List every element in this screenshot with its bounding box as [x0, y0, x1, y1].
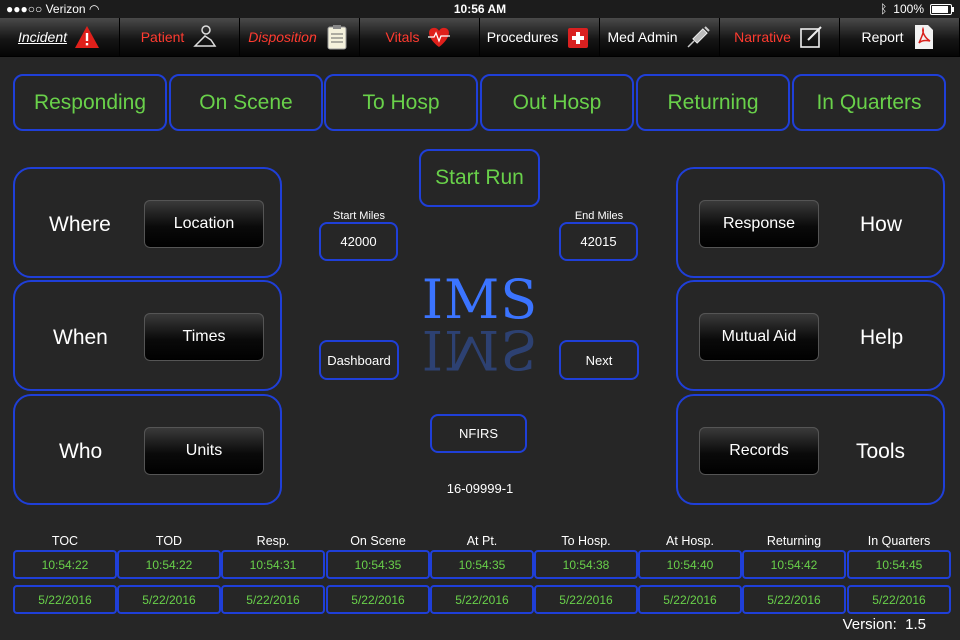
battery-icon [930, 3, 954, 15]
tab-patient[interactable]: Patient [120, 18, 240, 56]
timeline-date[interactable]: 5/22/2016 [638, 585, 742, 614]
timeline-date[interactable]: 5/22/2016 [221, 585, 325, 614]
tab-narrative[interactable]: Narrative [720, 18, 840, 56]
response-button[interactable]: Response [699, 200, 819, 248]
in-quarters-button[interactable]: In Quarters [792, 74, 946, 131]
warning-icon [73, 23, 101, 51]
timeline-label: In Quarters [867, 534, 931, 548]
timeline-label: Returning [766, 534, 822, 548]
tab-label: Procedures [486, 29, 559, 45]
tab-label: Incident [17, 29, 68, 45]
timeline-time[interactable]: 10:54:31 [221, 550, 325, 579]
timeline-time[interactable]: 10:54:40 [638, 550, 742, 579]
to-hosp-button[interactable]: To Hosp [324, 74, 478, 131]
heart-icon [425, 23, 453, 51]
units-button[interactable]: Units [144, 427, 264, 475]
timeline-date[interactable]: 5/22/2016 [847, 585, 951, 614]
timeline-date[interactable]: 5/22/2016 [117, 585, 221, 614]
next-button[interactable]: Next [559, 340, 639, 380]
timeline-label: To Hosp. [561, 534, 611, 548]
timeline-time[interactable]: 10:54:35 [326, 550, 430, 579]
patient-icon [190, 23, 218, 51]
timeline-label: Resp. [256, 534, 290, 548]
version-info: Version: 1.5 [843, 616, 926, 633]
where-label: Where [49, 213, 111, 236]
records-button[interactable]: Records [699, 427, 819, 475]
timeline-label: At Hosp. [666, 534, 714, 548]
tab-label: Vitals [385, 29, 420, 45]
help-label: Help [860, 326, 904, 349]
mutual-aid-button[interactable]: Mutual Aid [699, 313, 819, 361]
timeline-time[interactable]: 10:54:22 [13, 550, 117, 579]
returning-button[interactable]: Returning [636, 74, 790, 131]
timeline-date[interactable]: 5/22/2016 [13, 585, 117, 614]
timeline-date[interactable]: 5/22/2016 [742, 585, 846, 614]
where-panel: Where Location [13, 167, 282, 278]
ims-logo-reflection: IMS [421, 318, 539, 381]
tab-label: Report [861, 29, 904, 45]
tab-label: Disposition [248, 29, 317, 45]
end-miles-label: End Miles [574, 210, 624, 222]
start-run-button[interactable]: Start Run [419, 149, 540, 207]
how-panel: Response How [676, 167, 945, 278]
timeline-time[interactable]: 10:54:45 [847, 550, 951, 579]
tab-incident[interactable]: Incident [0, 18, 120, 56]
how-label: How [860, 213, 903, 236]
end-miles-field[interactable]: 42015 [559, 222, 638, 261]
tab-label: Narrative [734, 29, 791, 45]
times-button[interactable]: Times [144, 313, 264, 361]
timeline-label: At Pt. [466, 534, 498, 548]
tab-label: Med Admin [607, 29, 678, 45]
timeline-time[interactable]: 10:54:35 [430, 550, 534, 579]
edit-icon [797, 23, 825, 51]
tools-panel: Records Tools [676, 394, 945, 505]
tab-procedures[interactable]: Procedures [480, 18, 600, 56]
clock: 10:56 AM [453, 2, 507, 16]
top-tab-bar: Incident Patient Disposition Vitals Proc… [0, 18, 960, 57]
timeline-date[interactable]: 5/22/2016 [326, 585, 430, 614]
tab-report[interactable]: Report [840, 18, 960, 56]
dashboard-button[interactable]: Dashboard [319, 340, 399, 380]
status-bar: ●●●○○ Verizon ◠ 10:56 AM ᛒ 100% [0, 0, 960, 18]
version-label: Version: [842, 616, 897, 633]
version-value: 1.5 [905, 616, 926, 633]
incident-number: 16-09999-1 [446, 481, 514, 496]
on-scene-button[interactable]: On Scene [169, 74, 323, 131]
timeline-time[interactable]: 10:54:38 [534, 550, 638, 579]
tab-disposition[interactable]: Disposition [240, 18, 360, 56]
timeline-date[interactable]: 5/22/2016 [534, 585, 638, 614]
who-label: Who [59, 440, 103, 463]
who-panel: Who Units [13, 394, 282, 505]
pdf-icon [910, 23, 938, 51]
clipboard-icon [323, 23, 351, 51]
timeline-time[interactable]: 10:54:42 [742, 550, 846, 579]
tab-med-admin[interactable]: Med Admin [600, 18, 720, 56]
when-panel: When Times [13, 280, 282, 391]
battery-percent: 100% [893, 2, 924, 16]
timeline-label: TOC [51, 534, 79, 548]
tab-label: Patient [140, 29, 185, 45]
timeline-time[interactable]: 10:54:22 [117, 550, 221, 579]
start-miles-field[interactable]: 42000 [319, 222, 398, 261]
nfirs-button[interactable]: NFIRS [430, 414, 527, 453]
syringe-icon [684, 23, 712, 51]
out-hosp-button[interactable]: Out Hosp [480, 74, 634, 131]
help-panel: Mutual Aid Help [676, 280, 945, 391]
timeline-label: TOD [155, 534, 183, 548]
when-label: When [53, 326, 108, 349]
responding-button[interactable]: Responding [13, 74, 167, 131]
location-button[interactable]: Location [144, 200, 264, 248]
timeline-label: On Scene [350, 534, 406, 548]
tab-vitals[interactable]: Vitals [360, 18, 480, 56]
bluetooth-icon: ᛒ [880, 2, 888, 16]
timeline-date[interactable]: 5/22/2016 [430, 585, 534, 614]
medkit-icon [564, 23, 592, 51]
tools-label: Tools [856, 440, 906, 463]
start-miles-label: Start Miles [333, 210, 385, 222]
